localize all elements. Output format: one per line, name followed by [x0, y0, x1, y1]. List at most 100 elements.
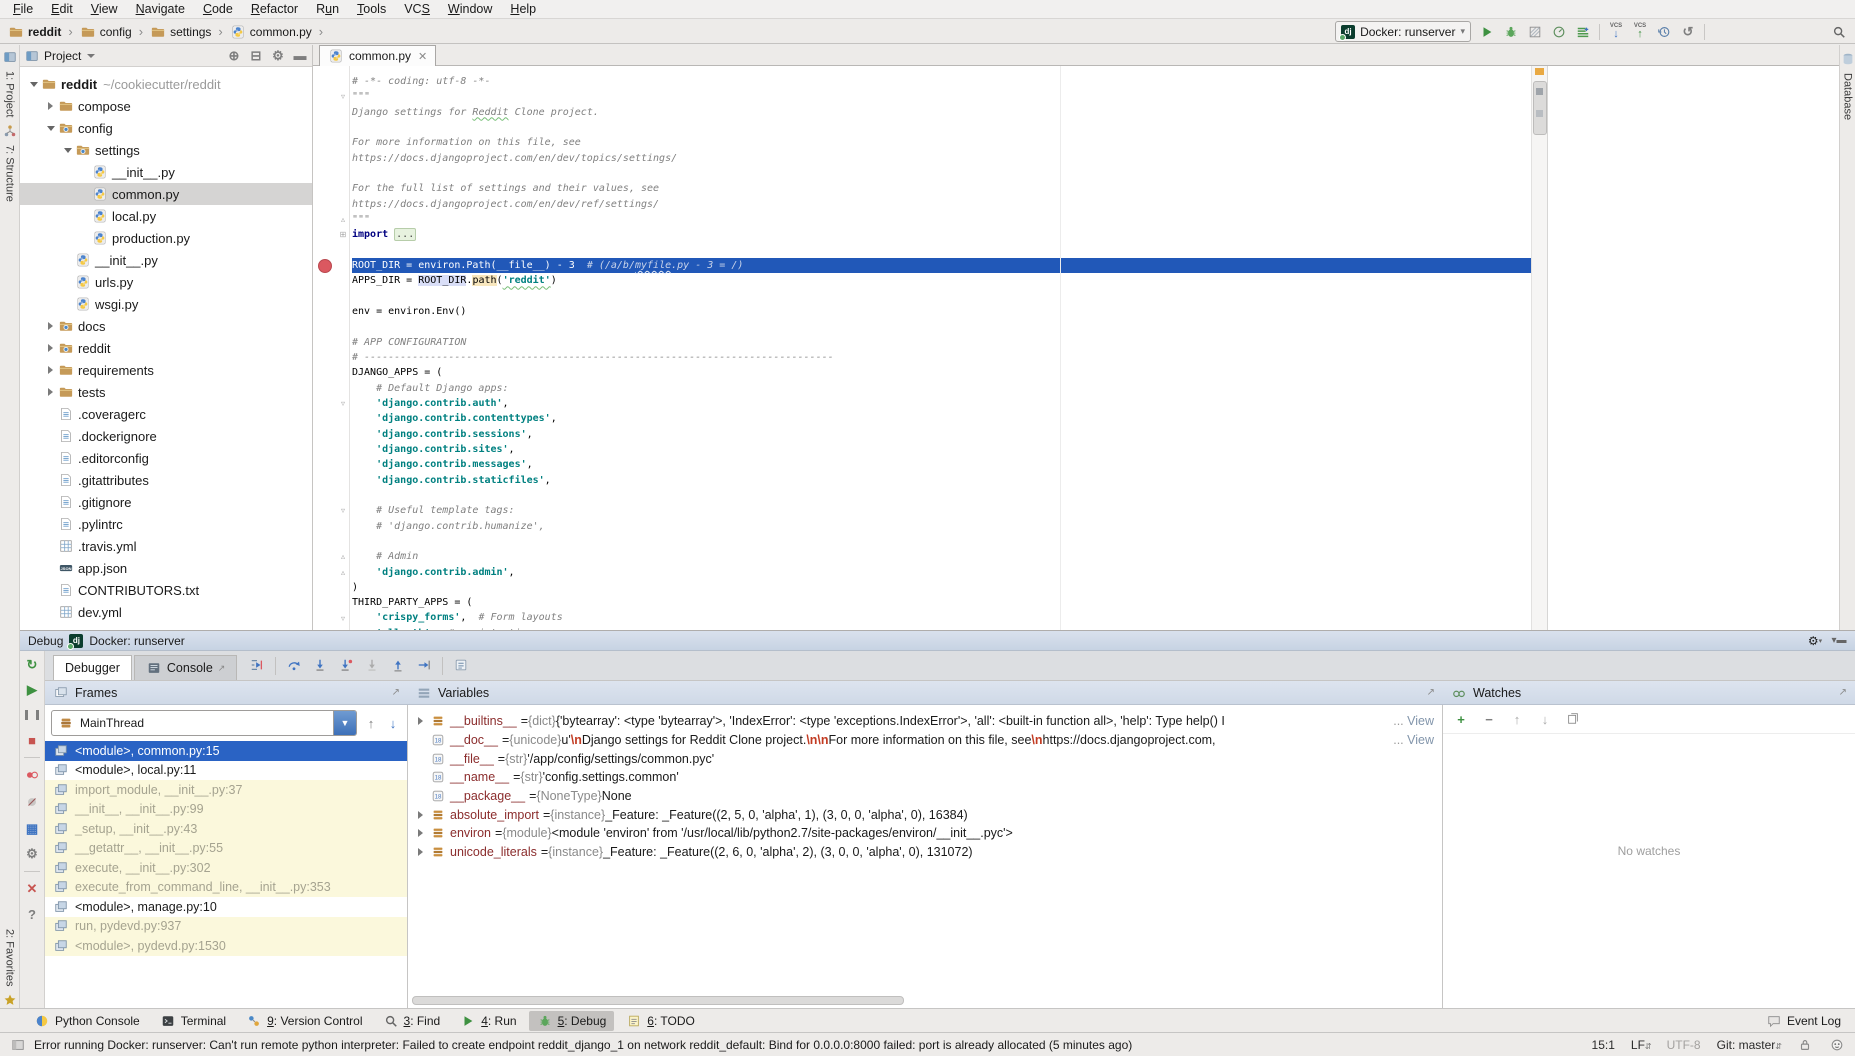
- tree-item-gitignore[interactable]: .gitignore: [20, 491, 312, 513]
- view-link[interactable]: ... View: [1387, 733, 1434, 747]
- stripe-button-2favorites[interactable]: 2: Favorites: [2, 923, 18, 1008]
- vcs-update-button[interactable]: VCS↓: [1606, 22, 1626, 42]
- history-button[interactable]: [1654, 22, 1674, 42]
- tree-item-urlspy[interactable]: urls.py: [20, 271, 312, 293]
- hector-inspector-icon[interactable]: [1829, 1037, 1845, 1053]
- tree-item-travisyml[interactable]: .travis.yml: [20, 535, 312, 557]
- toolwindow-toggle-icon[interactable]: [10, 1037, 26, 1053]
- frame-row[interactable]: _setup, __init__.py:43: [45, 819, 407, 839]
- toolwindow-button-6todo[interactable]: 6: TODO: [618, 1011, 703, 1031]
- status-message[interactable]: Error running Docker: runserver: Can't r…: [34, 1038, 1132, 1052]
- resume-button[interactable]: ▶: [24, 682, 40, 698]
- hide-window-icon[interactable]: ▾▬: [1831, 633, 1847, 649]
- frame-row[interactable]: __init__, __init__.py:99: [45, 800, 407, 820]
- frame-row[interactable]: __getattr__, __init__.py:55: [45, 839, 407, 859]
- fold-marker-icon[interactable]: ▿: [338, 92, 348, 101]
- duplicate-watch-button[interactable]: [1565, 710, 1581, 728]
- coverage-button[interactable]: [1525, 22, 1545, 42]
- lock-icon[interactable]: [1797, 1037, 1813, 1053]
- evaluate-button[interactable]: [453, 657, 469, 675]
- tree-item-appjson[interactable]: JSONapp.json: [20, 557, 312, 579]
- tree-item-devyml[interactable]: dev.yml: [20, 601, 312, 623]
- settings-button[interactable]: ⚙: [24, 846, 40, 862]
- menu-window[interactable]: Window: [439, 1, 501, 17]
- tree-item-requirements[interactable]: requirements: [20, 359, 312, 381]
- step-over-button[interactable]: [286, 657, 302, 675]
- event-log-button[interactable]: Event Log: [1787, 1014, 1841, 1028]
- fold-marker-icon[interactable]: ▿: [338, 506, 348, 515]
- frame-row[interactable]: <module>, common.py:15: [45, 741, 407, 761]
- breadcrumb-reddit[interactable]: reddit: [6, 24, 63, 40]
- breadcrumb-config[interactable]: config: [78, 24, 134, 40]
- tree-open-arrow-icon[interactable]: [43, 126, 58, 131]
- add-watch-button[interactable]: +: [1453, 711, 1469, 727]
- profiler-button[interactable]: [1549, 22, 1569, 42]
- toolwindow-button-pythonconsole[interactable]: Python Console: [26, 1011, 148, 1031]
- menu-code[interactable]: Code: [194, 1, 242, 17]
- tree-item-editorconfig[interactable]: .editorconfig: [20, 447, 312, 469]
- variable-row[interactable]: environ= {module} <module 'environ' from…: [408, 824, 1442, 843]
- frame-row[interactable]: <module>, manage.py:10: [45, 897, 407, 917]
- fold-marker-icon[interactable]: ▿: [338, 399, 348, 408]
- menu-file[interactable]: File: [4, 1, 42, 17]
- search-button[interactable]: [1829, 22, 1849, 42]
- fold-marker-icon[interactable]: ⊞: [338, 230, 348, 239]
- expand-arrow-icon[interactable]: [418, 717, 430, 725]
- tree-closed-arrow-icon[interactable]: [43, 344, 58, 352]
- run-to-cursor-button[interactable]: [416, 657, 432, 675]
- tree-item-pylintrc[interactable]: .pylintrc: [20, 513, 312, 535]
- tree-item-coveragerc[interactable]: .coveragerc: [20, 403, 312, 425]
- gear-button[interactable]: ⚙: [270, 48, 286, 64]
- restore-layout-button[interactable]: ▦: [24, 821, 40, 837]
- stripe-button-7structure[interactable]: 7: Structure: [2, 123, 18, 208]
- tree-open-arrow-icon[interactable]: [60, 148, 75, 153]
- stripe-button-database[interactable]: Database: [1840, 51, 1855, 126]
- stripe-button-1project[interactable]: 1: Project: [2, 49, 18, 123]
- frame-row[interactable]: execute_from_command_line, __init__.py:3…: [45, 878, 407, 898]
- down-watch-button[interactable]: ↓: [1537, 711, 1553, 727]
- close-tab-icon[interactable]: ✕: [418, 50, 427, 63]
- menu-edit[interactable]: Edit: [42, 1, 82, 17]
- float-panel-icon[interactable]: ↗: [392, 687, 400, 698]
- rollback-button[interactable]: ↺: [1678, 22, 1698, 42]
- frame-row[interactable]: import_module, __init__.py:37: [45, 780, 407, 800]
- pause-button[interactable]: [24, 707, 40, 723]
- tree-item-CONTRIBUTORStxt[interactable]: CONTRIBUTORS.txt: [20, 579, 312, 601]
- frame-row[interactable]: execute, __init__.py:302: [45, 858, 407, 878]
- toolwindow-button-3find[interactable]: 3: Find: [375, 1011, 449, 1031]
- tree-item-gitattributes[interactable]: .gitattributes: [20, 469, 312, 491]
- debug-button[interactable]: [1501, 22, 1521, 42]
- variable-row[interactable]: 18__doc__= {unicode} u'\nDjango settings…: [408, 731, 1442, 750]
- error-stripe-mark[interactable]: [1535, 68, 1544, 75]
- menu-refactor[interactable]: Refactor: [242, 1, 307, 17]
- close-button[interactable]: ✕: [24, 881, 40, 897]
- help-button[interactable]: ?: [24, 906, 40, 922]
- locate-button[interactable]: ⊕: [226, 48, 242, 64]
- tree-item-reddit[interactable]: reddit~/cookiecutter/reddit: [20, 73, 312, 95]
- step-into-button[interactable]: [312, 657, 328, 675]
- variable-row[interactable]: 18__package__= {NoneType} None: [408, 787, 1442, 806]
- breadcrumb-settings[interactable]: settings: [148, 24, 213, 40]
- remove-watch-button[interactable]: −: [1481, 711, 1497, 727]
- frame-row[interactable]: run, pydevd.py:937: [45, 917, 407, 937]
- changes-button[interactable]: [1573, 22, 1593, 42]
- tree-closed-arrow-icon[interactable]: [43, 388, 58, 396]
- toolwindow-button-9versioncontrol[interactable]: 9: Version Control: [238, 1011, 370, 1031]
- tab-console[interactable]: Console↗: [134, 655, 237, 680]
- breadcrumb-commonpy[interactable]: common.py: [228, 24, 314, 40]
- git-branch-widget[interactable]: Git: master⇵: [1717, 1038, 1781, 1052]
- menu-tools[interactable]: Tools: [348, 1, 395, 17]
- menu-run[interactable]: Run: [307, 1, 348, 17]
- project-panel-title[interactable]: Project: [44, 49, 81, 63]
- frame-row[interactable]: <module>, pydevd.py:1530: [45, 936, 407, 956]
- stop-button[interactable]: ■: [24, 732, 40, 748]
- run-configuration-select[interactable]: dj Docker: runserver ▾: [1335, 21, 1471, 42]
- tree-item-docs[interactable]: docs: [20, 315, 312, 337]
- expand-arrow-icon[interactable]: [418, 829, 430, 837]
- rerun-button[interactable]: ↻: [24, 657, 40, 673]
- tree-item-commonpy[interactable]: common.py: [20, 183, 312, 205]
- caret-position[interactable]: 15:1: [1592, 1038, 1615, 1052]
- editor-surface[interactable]: ▿▵⊞▿▿▵▵▿ # -*- coding: utf-8 -*-"""Djang…: [313, 66, 1547, 630]
- encoding-widget[interactable]: UTF-8: [1667, 1038, 1701, 1052]
- hide-button[interactable]: ▬: [292, 48, 308, 64]
